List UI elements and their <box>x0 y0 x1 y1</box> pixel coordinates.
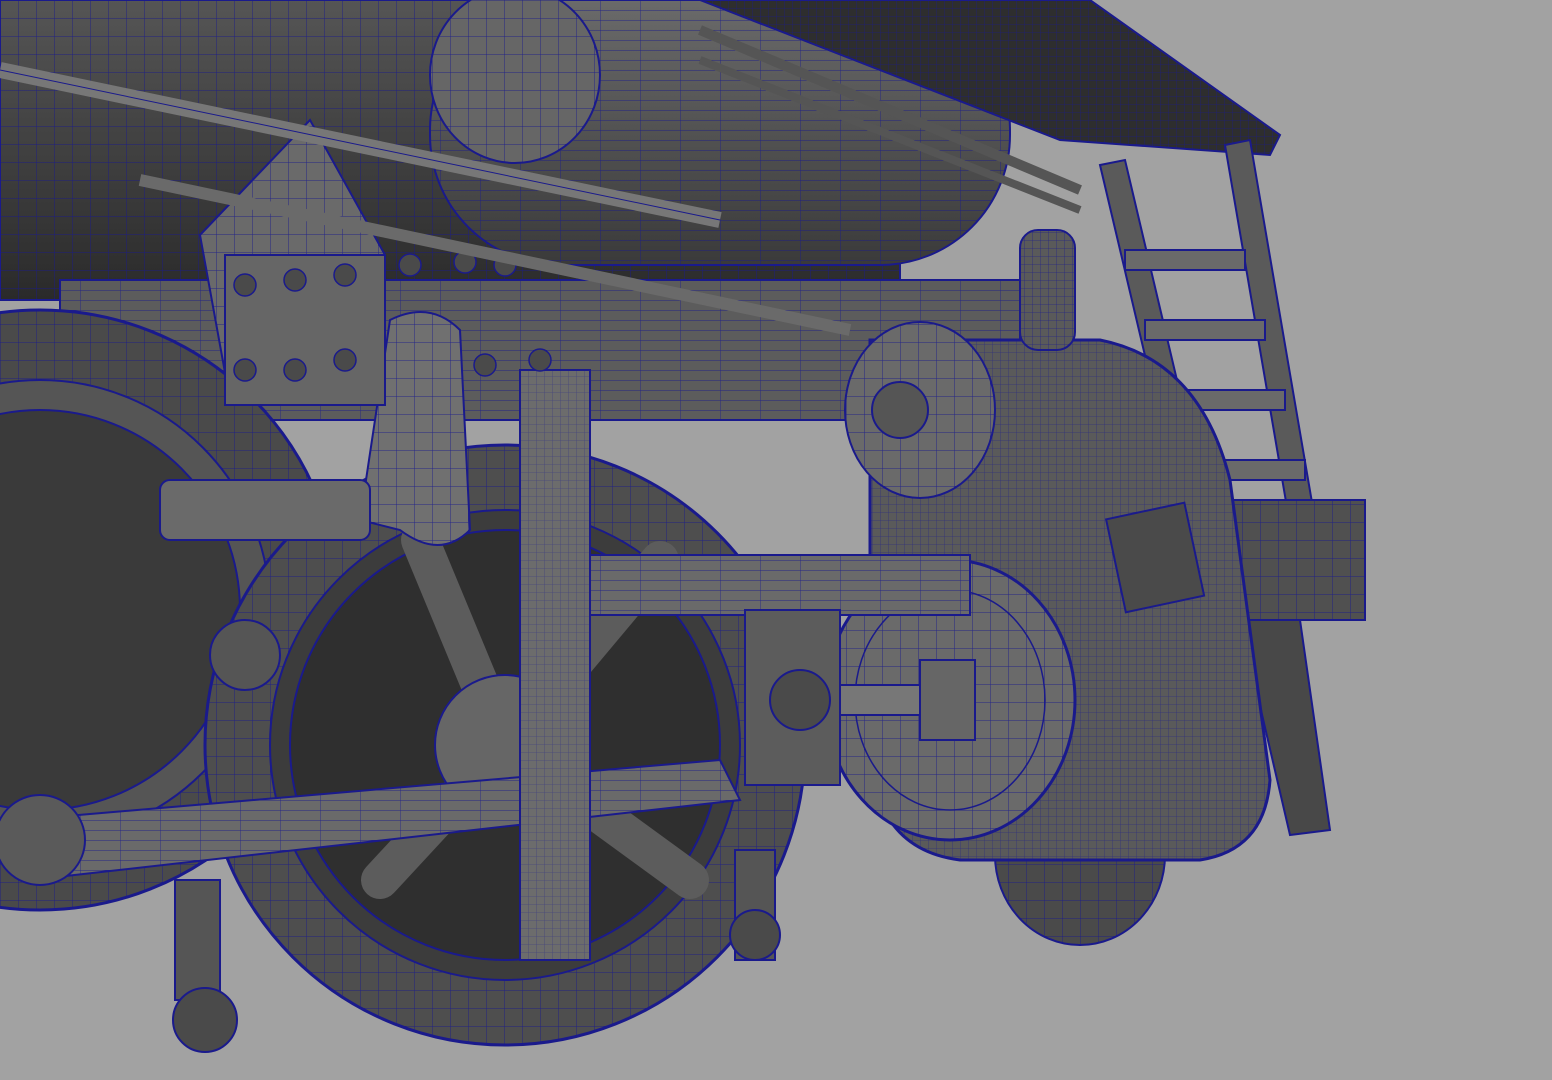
steam-chest-cover <box>844 321 996 499</box>
3d-viewport[interactable] <box>0 0 1552 1080</box>
dome-fitting <box>1019 229 1076 351</box>
wireframe-render <box>0 0 1366 1053</box>
